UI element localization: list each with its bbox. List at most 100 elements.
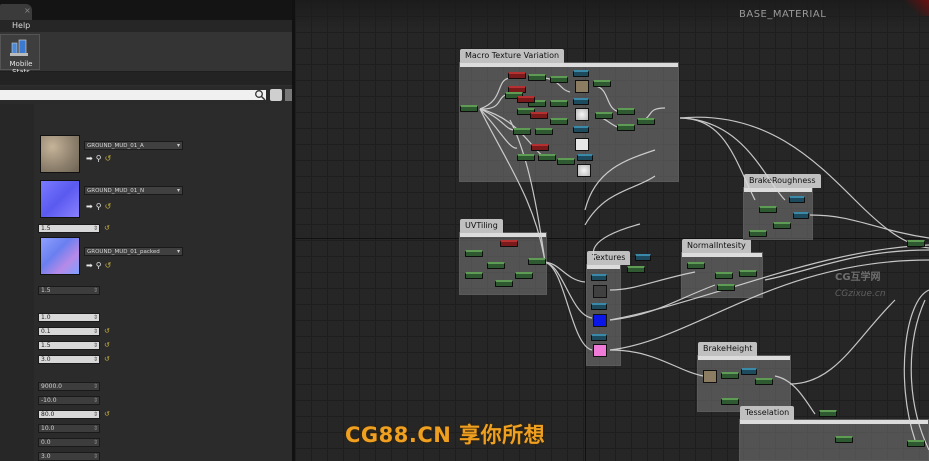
graph-node[interactable] xyxy=(721,398,739,405)
view-options-icon[interactable] xyxy=(270,89,282,101)
graph-node[interactable] xyxy=(465,250,483,257)
tab-close-icon[interactable]: × xyxy=(24,6,31,15)
graph-node[interactable] xyxy=(819,410,837,417)
texture-preview-packed xyxy=(593,344,607,357)
search-icon[interactable] xyxy=(254,89,266,101)
graph-node-param[interactable] xyxy=(531,144,549,151)
graph-node-texture[interactable] xyxy=(793,212,809,219)
texture-thumbnail-albedo[interactable] xyxy=(40,135,80,173)
graph-node[interactable] xyxy=(550,76,568,83)
graph-node-input[interactable] xyxy=(460,105,478,112)
graph-node[interactable] xyxy=(907,240,925,247)
graph-node-param[interactable] xyxy=(517,96,535,103)
graph-node[interactable] xyxy=(513,128,531,135)
graph-node[interactable] xyxy=(755,378,773,385)
graph-node[interactable] xyxy=(528,74,546,81)
reset-icon[interactable]: ↺ xyxy=(104,224,110,232)
number-field[interactable]: 3.0 ⇕ xyxy=(38,355,100,364)
number-field[interactable]: 1.5 ⇕ xyxy=(38,224,100,233)
use-selected-icon[interactable]: ➡ xyxy=(86,202,93,211)
number-field[interactable]: 1.5 ⇕ xyxy=(38,286,100,295)
texture-tools-albedo: ➡ ⚲ ↺ xyxy=(86,154,114,163)
material-graph[interactable]: BASE_MATERIAL Macro Texture Variation UV… xyxy=(295,0,929,461)
texture-thumbnail-normal[interactable] xyxy=(40,180,80,218)
drag-arrows-icon: ⇕ xyxy=(92,453,98,460)
browse-icon[interactable]: ⚲ xyxy=(96,202,102,211)
number-field[interactable]: 1.5 ⇕ xyxy=(38,341,100,350)
graph-node[interactable] xyxy=(627,266,645,273)
mobile-stats-button[interactable]: Mobile Stats xyxy=(0,34,40,76)
graph-node[interactable] xyxy=(617,124,635,131)
number-field[interactable]: 80.0 ⇕ xyxy=(38,410,100,419)
graph-node-texture[interactable] xyxy=(573,126,589,133)
graph-node[interactable] xyxy=(550,100,568,107)
graph-node[interactable] xyxy=(495,280,513,287)
number-field[interactable]: 0.0 ⇕ xyxy=(38,438,100,447)
reset-icon[interactable]: ↺ xyxy=(104,341,110,349)
graph-node-texture[interactable] xyxy=(789,196,805,203)
browse-icon[interactable]: ⚲ xyxy=(96,261,102,270)
number-field[interactable]: 10.0 ⇕ xyxy=(38,424,100,433)
graph-node[interactable] xyxy=(487,262,505,269)
graph-node[interactable] xyxy=(535,128,553,135)
graph-node-param[interactable] xyxy=(530,112,548,119)
graph-node-texture[interactable] xyxy=(741,368,757,375)
graph-node[interactable] xyxy=(687,262,705,269)
number-field[interactable]: 1.0 ⇕ xyxy=(38,313,100,322)
graph-node-texture[interactable] xyxy=(573,70,589,77)
texture-name: GROUND_MUD_01_packed xyxy=(87,249,160,255)
graph-node[interactable] xyxy=(557,158,575,165)
reset-icon[interactable]: ↺ xyxy=(105,202,112,211)
browse-icon[interactable]: ⚲ xyxy=(96,154,102,163)
graph-node-texture[interactable] xyxy=(635,254,651,261)
graph-node[interactable] xyxy=(515,272,533,279)
watermark: CGzixue.cn xyxy=(835,289,886,299)
graph-node[interactable] xyxy=(739,270,757,277)
graph-node-texture[interactable] xyxy=(591,274,607,281)
reset-icon[interactable]: ↺ xyxy=(105,261,112,270)
details-panel: × Help Mobile Stats GROUND_MUD_01_A ▾ xyxy=(0,0,292,461)
graph-node-param[interactable] xyxy=(508,72,526,79)
texture-thumbnail-packed[interactable] xyxy=(40,237,80,275)
graph-node[interactable] xyxy=(717,284,735,291)
number-field[interactable]: 0.1 ⇕ xyxy=(38,327,100,336)
graph-node-texture[interactable] xyxy=(573,98,589,105)
graph-node[interactable] xyxy=(595,112,613,119)
use-selected-icon[interactable]: ➡ xyxy=(86,154,93,163)
graph-node[interactable] xyxy=(538,154,556,161)
graph-node[interactable] xyxy=(773,222,791,229)
graph-node[interactable] xyxy=(465,272,483,279)
graph-node[interactable] xyxy=(749,230,767,237)
graph-node-texture[interactable] xyxy=(591,303,607,310)
reset-icon[interactable]: ↺ xyxy=(104,355,110,363)
graph-node[interactable] xyxy=(637,118,655,125)
graph-node[interactable] xyxy=(721,372,739,379)
reset-icon[interactable]: ↺ xyxy=(104,327,110,335)
graph-node[interactable] xyxy=(593,80,611,87)
reset-icon[interactable]: ↺ xyxy=(105,154,112,163)
menu-help[interactable]: Help xyxy=(12,21,30,30)
graph-node[interactable] xyxy=(528,258,546,265)
texture-select-normal[interactable]: GROUND_MUD_01_N ▾ xyxy=(84,186,183,195)
graph-node[interactable] xyxy=(759,206,777,213)
graph-node[interactable] xyxy=(907,440,925,447)
number-field[interactable]: -10.0 ⇕ xyxy=(38,396,100,405)
graph-node-param[interactable] xyxy=(500,240,518,247)
search-input[interactable] xyxy=(0,90,266,100)
graph-node-texture[interactable] xyxy=(577,154,593,161)
use-selected-icon[interactable]: ➡ xyxy=(86,261,93,270)
texture-tools-normal: ➡ ⚲ ↺ xyxy=(86,202,114,211)
number-field[interactable]: 9000.0 ⇕ xyxy=(38,382,100,391)
reset-icon[interactable]: ↺ xyxy=(104,410,110,418)
collapse-arrow-icon[interactable] xyxy=(285,89,292,101)
number-field[interactable]: 3.0 ⇕ xyxy=(38,452,100,461)
graph-node[interactable] xyxy=(835,436,853,443)
graph-node[interactable] xyxy=(550,118,568,125)
editor-tab[interactable]: × xyxy=(0,4,32,20)
texture-select-packed[interactable]: GROUND_MUD_01_packed ▾ xyxy=(84,247,183,256)
graph-node[interactable] xyxy=(715,272,733,279)
graph-node[interactable] xyxy=(617,108,635,115)
graph-node[interactable] xyxy=(517,154,535,161)
texture-select-albedo[interactable]: GROUND_MUD_01_A ▾ xyxy=(84,141,183,150)
graph-node-texture[interactable] xyxy=(591,334,607,341)
